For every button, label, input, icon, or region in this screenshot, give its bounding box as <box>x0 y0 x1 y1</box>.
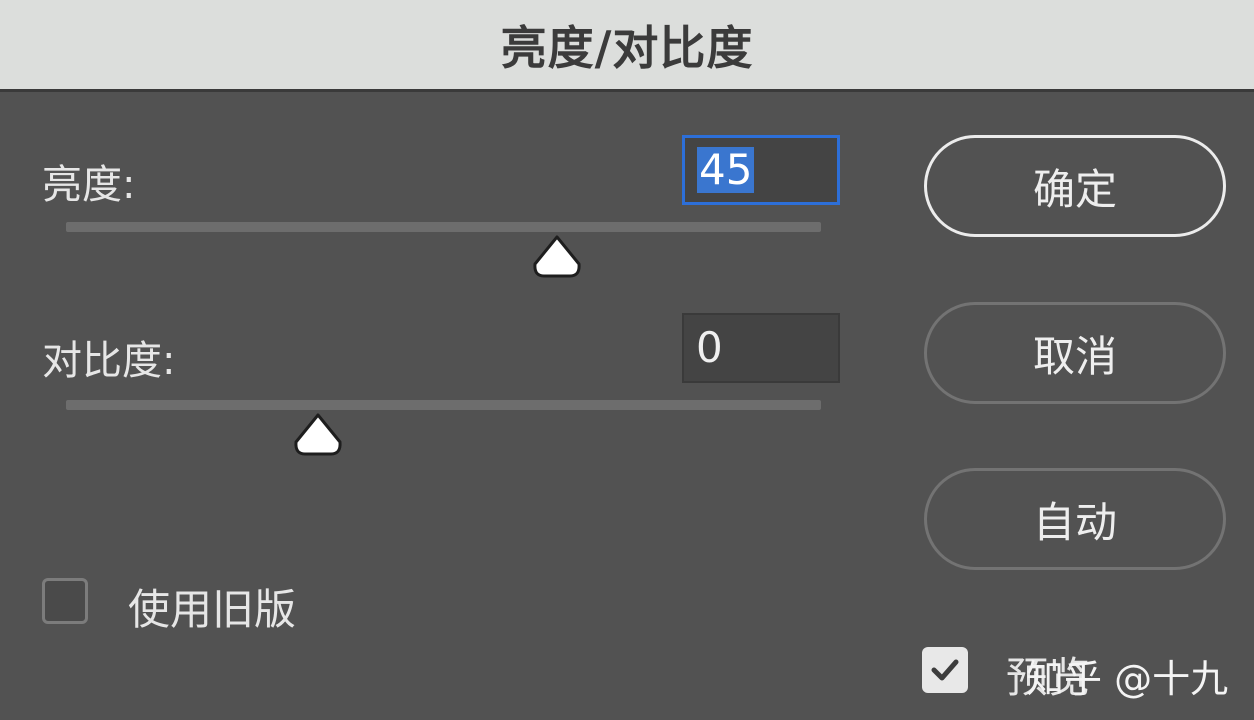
contrast-input[interactable]: 0 <box>682 313 840 383</box>
legacy-checkbox[interactable] <box>42 578 88 624</box>
legacy-label: 使用旧版 <box>128 585 297 634</box>
brightness-slider-thumb-icon[interactable] <box>532 234 582 280</box>
checkmark-icon <box>931 659 959 681</box>
brightness-value: 45 <box>697 145 755 194</box>
preview-checkbox[interactable] <box>922 647 968 693</box>
dialog-titlebar[interactable]: 亮度/对比度 <box>0 0 1254 92</box>
brightness-contrast-dialog: 亮度/对比度 亮度: 45 对比度: 0 确定 取消 自动 使用旧版 预览 知乎… <box>0 0 1254 720</box>
contrast-label: 对比度: <box>42 338 176 384</box>
contrast-slider-track[interactable] <box>66 400 821 410</box>
brightness-input[interactable]: 45 <box>682 135 840 205</box>
auto-button[interactable]: 自动 <box>924 468 1226 570</box>
contrast-slider-thumb-icon[interactable] <box>293 412 343 458</box>
contrast-value: 0 <box>696 323 723 372</box>
brightness-label: 亮度: <box>42 162 136 208</box>
cancel-button[interactable]: 取消 <box>924 302 1226 404</box>
brightness-slider-track[interactable] <box>66 222 821 232</box>
watermark: 知乎 @十九 <box>1026 657 1229 701</box>
dialog-title: 亮度/对比度 <box>500 20 754 75</box>
ok-button[interactable]: 确定 <box>924 135 1226 237</box>
